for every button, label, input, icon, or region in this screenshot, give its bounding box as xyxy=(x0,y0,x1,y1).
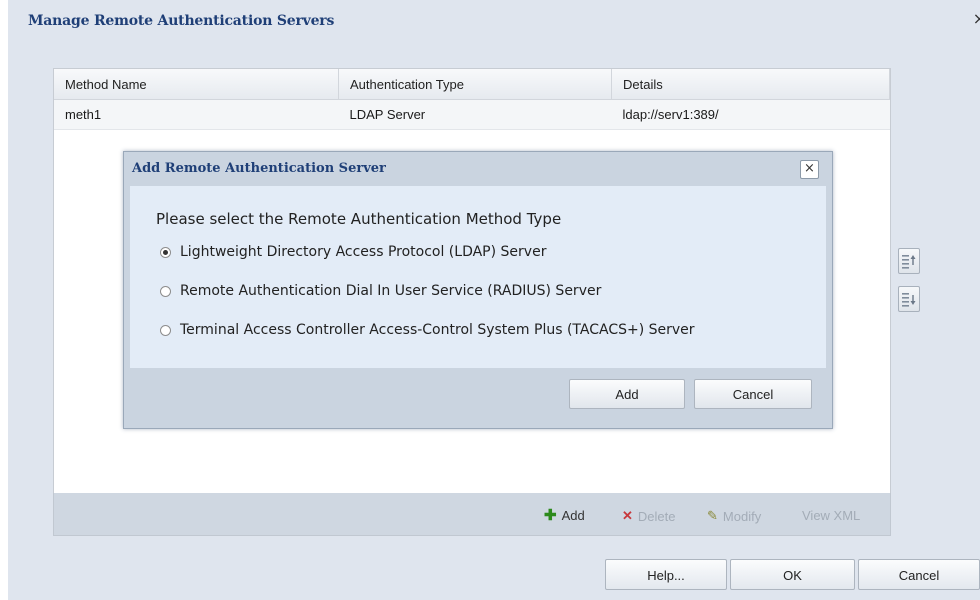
dialog-title: Manage Remote Authentication Servers xyxy=(28,13,335,29)
column-header-method-name[interactable]: Method Name xyxy=(54,69,339,100)
radio-ldap[interactable] xyxy=(160,246,171,258)
delete-method-button[interactable]: ✕ Delete xyxy=(622,508,675,524)
view-xml-label: View XML xyxy=(802,508,861,523)
option-tacacs-label: Terminal Access Controller Access-Contro… xyxy=(180,322,695,338)
add-server-modal: Add Remote Authentication Server × Pleas… xyxy=(123,151,833,429)
delete-x-icon: ✕ xyxy=(622,508,633,523)
option-radius-label: Remote Authentication Dial In User Servi… xyxy=(180,283,602,299)
modify-method-button[interactable]: ✎ Modify xyxy=(707,508,761,524)
dialog-close-icon[interactable]: × xyxy=(971,9,980,29)
plus-icon: ✚ xyxy=(544,507,557,524)
modal-cancel-button[interactable]: Cancel xyxy=(694,379,812,409)
view-xml-button[interactable]: View XML xyxy=(802,508,860,523)
modal-close-icon[interactable]: × xyxy=(800,160,819,179)
table-row[interactable]: meth1 LDAP Server ldap://serv1:389/ xyxy=(54,99,890,130)
option-tacacs[interactable]: Terminal Access Controller Access-Contro… xyxy=(160,322,695,338)
table-toolbar: ✚ Add ✕ Delete ✎ Modify View XML xyxy=(53,493,891,536)
move-down-button[interactable] xyxy=(898,286,920,312)
delete-method-label: Delete xyxy=(637,508,676,524)
manage-servers-dialog: Manage Remote Authentication Servers × M… xyxy=(8,0,980,600)
ok-button[interactable]: OK xyxy=(730,559,855,590)
modal-add-button[interactable]: Add xyxy=(569,379,685,409)
move-up-icon xyxy=(902,255,916,269)
option-radius[interactable]: Remote Authentication Dial In User Servi… xyxy=(160,283,601,299)
option-ldap[interactable]: Lightweight Directory Access Protocol (L… xyxy=(160,244,546,260)
radio-tacacs[interactable] xyxy=(160,324,171,336)
help-button[interactable]: Help... xyxy=(605,559,727,590)
cell-method-name: meth1 xyxy=(54,99,339,130)
column-header-details[interactable]: Details xyxy=(611,69,890,100)
column-header-authentication-type[interactable]: Authentication Type xyxy=(338,69,612,100)
cell-authentication-type: LDAP Server xyxy=(338,99,612,130)
modal-prompt: Please select the Remote Authentication … xyxy=(156,210,562,228)
option-ldap-label: Lightweight Directory Access Protocol (L… xyxy=(180,244,547,260)
cell-details: ldap://serv1:389/ xyxy=(611,99,890,130)
move-down-icon xyxy=(902,293,916,307)
modal-body: Please select the Remote Authentication … xyxy=(130,186,826,368)
modal-title: Add Remote Authentication Server xyxy=(132,161,386,176)
pencil-icon: ✎ xyxy=(707,508,718,523)
add-method-label: Add xyxy=(561,508,585,523)
methods-table: Method Name Authentication Type Details … xyxy=(54,69,890,130)
cancel-button[interactable]: Cancel xyxy=(858,559,980,590)
radio-radius[interactable] xyxy=(160,285,171,297)
modify-method-label: Modify xyxy=(722,508,762,524)
move-up-button[interactable] xyxy=(898,248,920,274)
add-method-button[interactable]: ✚ Add xyxy=(544,508,585,523)
table-header-row: Method Name Authentication Type Details xyxy=(54,69,890,100)
